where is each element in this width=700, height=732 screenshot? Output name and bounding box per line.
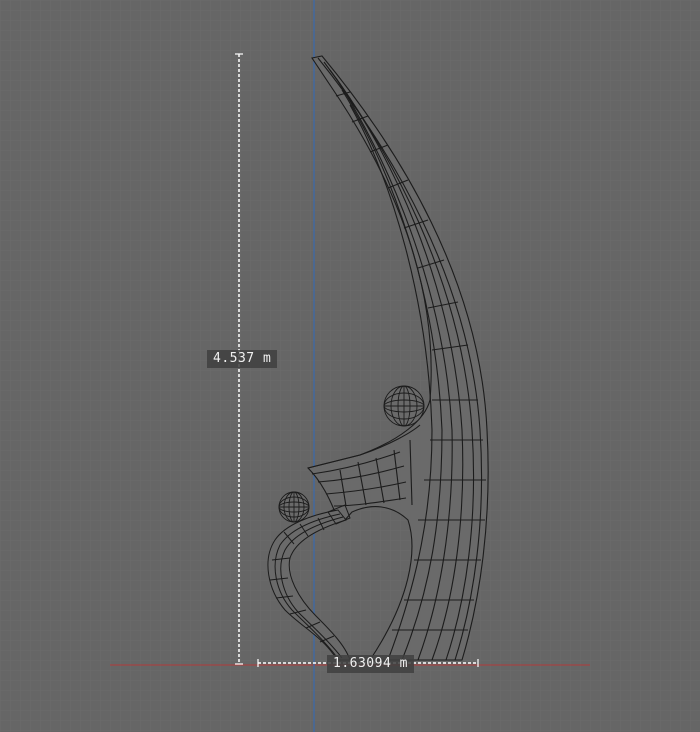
viewport-canvas[interactable] [0, 0, 700, 732]
width-measure-label: 1.63094 m [327, 655, 414, 673]
3d-viewport[interactable]: 4.537 m 1.63094 m [0, 0, 700, 732]
large-sphere-mesh[interactable] [383, 385, 425, 427]
height-measure-label: 4.537 m [207, 350, 278, 368]
small-sphere-mesh[interactable] [278, 491, 310, 523]
